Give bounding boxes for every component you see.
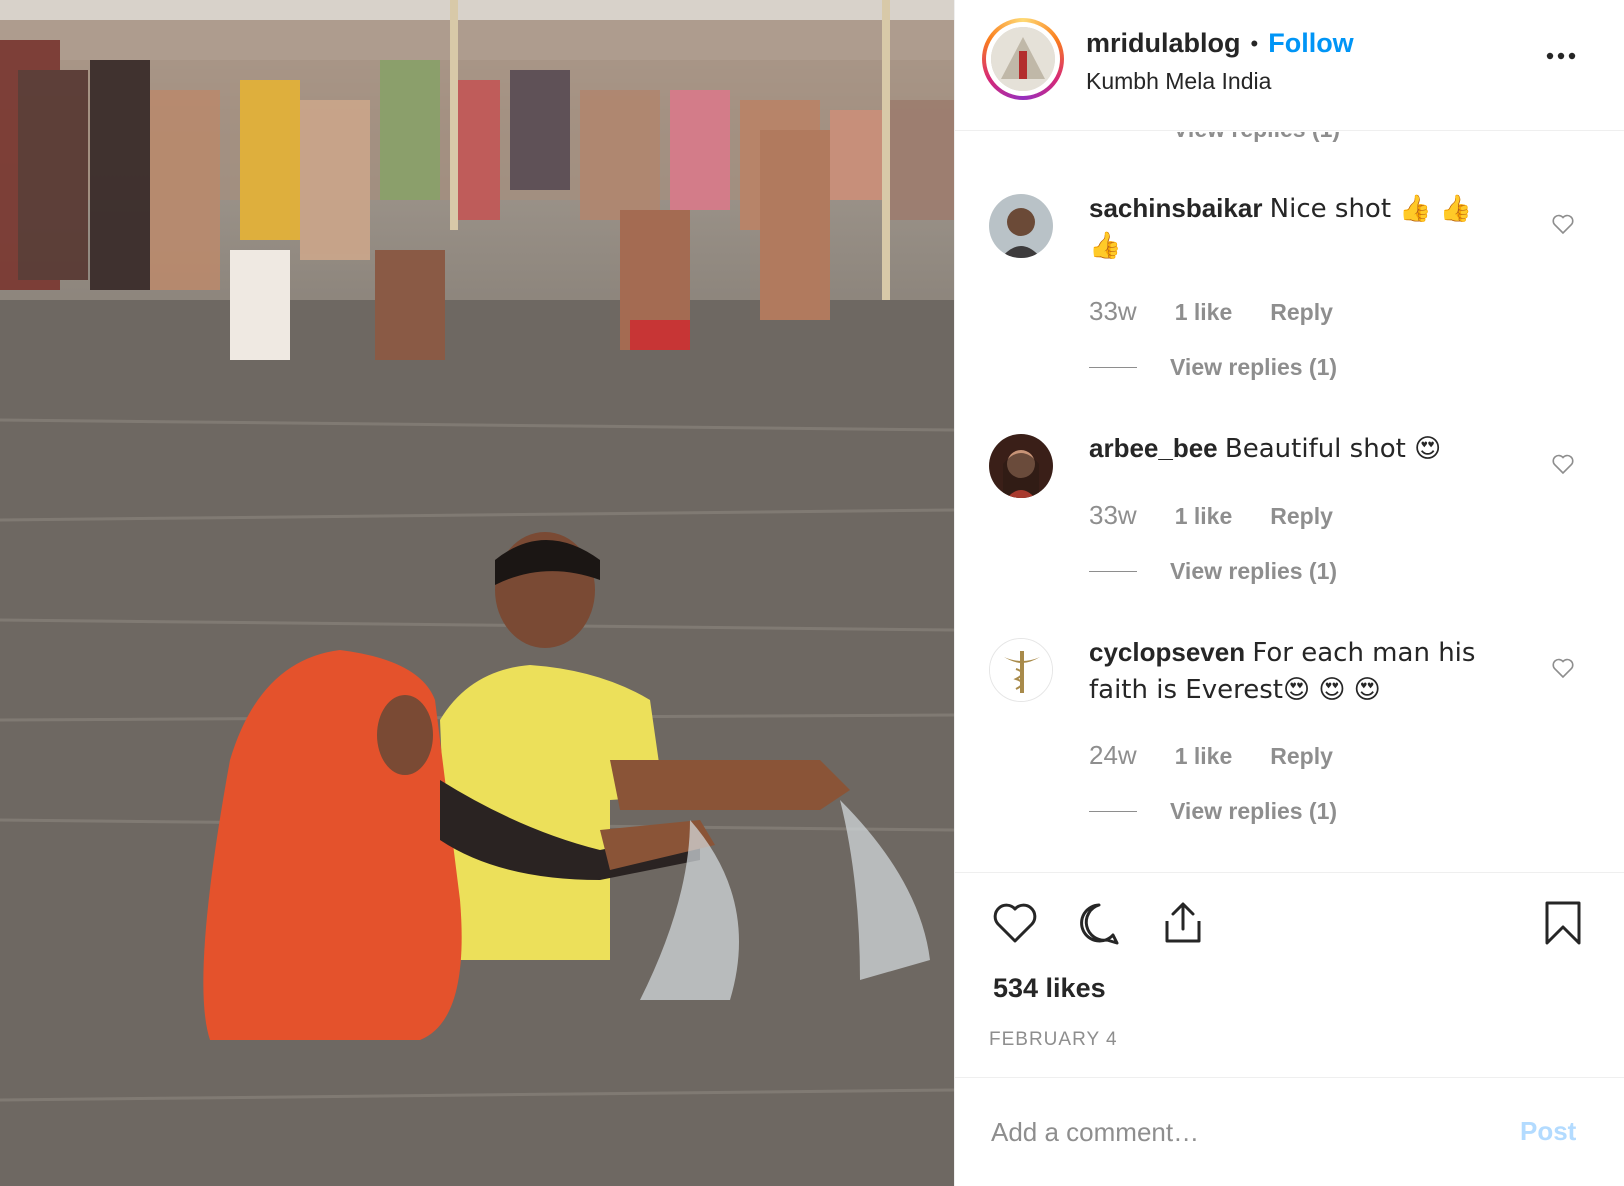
replies-divider [1089,811,1137,812]
view-replies-label: View replies (1) [1170,558,1338,584]
comment-likes[interactable]: 1 like [1175,743,1233,770]
comment-reply-button[interactable]: Reply [1270,503,1333,530]
owner-avatar[interactable] [982,18,1064,100]
comment-likes[interactable]: 1 like [1175,503,1233,530]
comment-like-heart-icon[interactable] [1551,212,1575,236]
comment-time[interactable]: 24w [1089,740,1137,771]
post-side-panel: mridulablog • Follow Kumbh Mela India Vi… [954,0,1624,1186]
view-replies-button[interactable]: View replies (1) [1089,798,1337,825]
view-replies-button[interactable]: View replies (1) [1089,354,1337,381]
owner-avatar-image [991,27,1055,91]
replies-divider [1089,367,1137,368]
comment-meta: 24w 1 like Reply [1089,740,1333,771]
post-header: mridulablog • Follow Kumbh Mela India [955,0,1624,131]
comment-likes[interactable]: 1 like [1175,299,1233,326]
like-heart-icon[interactable] [991,899,1039,947]
comment-text: sachinsbaikar Nice shot 👍 👍 👍 [1089,190,1499,264]
comment-text: arbee_bee Beautiful shot 😍 [1089,430,1499,467]
share-upload-icon[interactable] [1159,899,1207,947]
photo-illustration [0,0,954,1186]
separator-dot: • [1250,30,1259,56]
comment-time[interactable]: 33w [1089,296,1137,327]
comment-username[interactable]: cyclopseven [1089,637,1245,667]
comment-meta: 33w 1 like Reply [1089,500,1333,531]
comment-like-heart-icon[interactable] [1551,452,1575,476]
comment-username[interactable]: sachinsbaikar [1089,193,1262,223]
comments-list[interactable]: View replies (1) sachinsbaikar Nice shot… [955,132,1624,872]
post-location[interactable]: Kumbh Mela India [1086,68,1271,95]
owner-line: mridulablog • Follow [1086,28,1354,59]
comment-time[interactable]: 33w [1089,500,1137,531]
likes-count[interactable]: 534 likes [993,973,1106,1004]
commenter-avatar[interactable] [989,638,1053,702]
post-viewer: mridulablog • Follow Kumbh Mela India Vi… [0,0,1624,1186]
cut-off-view-replies[interactable]: View replies (1) [1173,132,1340,143]
comment-like-heart-icon[interactable] [1551,656,1575,680]
post-photo[interactable] [0,0,954,1186]
more-horizontal-icon[interactable] [1543,38,1579,74]
commenter-avatar[interactable] [989,434,1053,498]
comment-bubble-icon[interactable] [1075,899,1123,947]
comment-input[interactable] [991,1110,1491,1154]
owner-username[interactable]: mridulablog [1086,28,1241,59]
bookmark-save-icon[interactable] [1539,899,1587,947]
post-date[interactable]: FEBRUARY 4 [989,1029,1118,1051]
view-replies-button[interactable]: View replies (1) [1089,558,1337,585]
post-comment-button[interactable]: Post [1520,1116,1576,1147]
comment-reply-button[interactable]: Reply [1270,743,1333,770]
post-actions: 534 likes FEBRUARY 4 [955,872,1624,1077]
follow-button[interactable]: Follow [1268,28,1353,59]
commenter-avatar[interactable] [989,194,1053,258]
view-replies-label: View replies (1) [1170,354,1338,380]
comment-meta: 33w 1 like Reply [1089,296,1333,327]
replies-divider [1089,571,1137,572]
add-comment-bar: Post [955,1077,1624,1186]
comment-text: cyclopseven For each man his faith is Ev… [1089,634,1499,708]
view-replies-label: View replies (1) [1170,798,1338,824]
comment-username[interactable]: arbee_bee [1089,433,1218,463]
comment-reply-button[interactable]: Reply [1270,299,1333,326]
comment-message: Beautiful shot 😍 [1224,434,1442,464]
